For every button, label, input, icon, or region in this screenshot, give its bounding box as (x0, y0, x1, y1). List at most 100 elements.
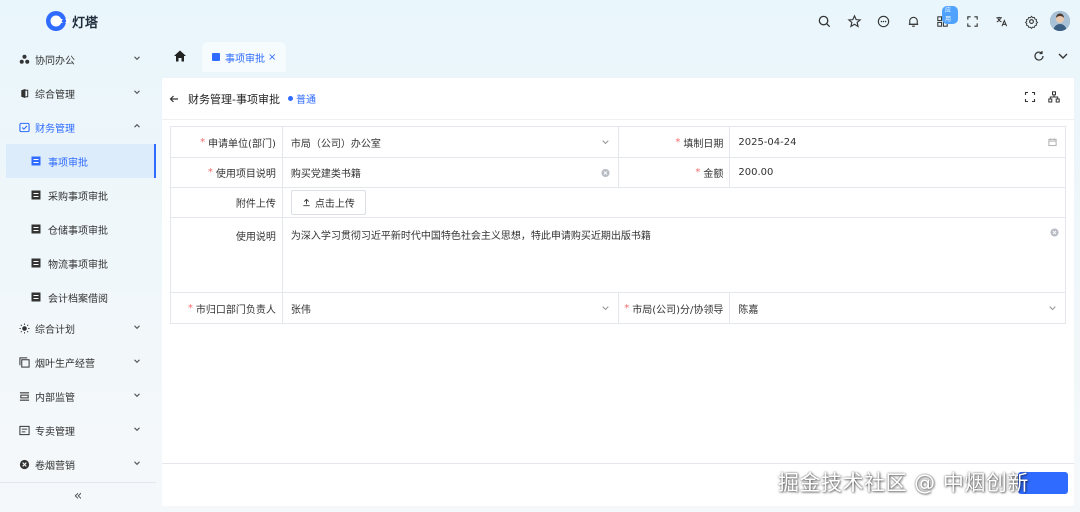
upload-button-label: 点击上传 (314, 199, 355, 210)
label-text: 市局(公司)分/协领导 (632, 304, 724, 316)
star-icon[interactable] (840, 10, 870, 32)
sidebar-item-tobacco-production[interactable]: 烟叶生产经营 (0, 345, 156, 379)
user-avatar[interactable] (1050, 11, 1070, 31)
refresh-icon[interactable] (1032, 49, 1046, 63)
label-text: 使用说明 (235, 232, 276, 243)
leader-label: * 市局(公司)分/协领导 (618, 293, 731, 324)
attachment-label: 附件上传 (171, 188, 283, 218)
amount-label: * 金额 (618, 158, 731, 188)
sidebar-item-marketing[interactable]: 卷烟营销 (0, 447, 156, 481)
required-mark: * (187, 302, 193, 314)
sidebar-item-label: 综合计划 (35, 324, 75, 336)
org-chart-icon[interactable] (1048, 91, 1060, 103)
app-logo[interactable]: 灯塔 (45, 9, 98, 33)
tab-approval[interactable]: 事项审批 × (202, 42, 287, 72)
sidebar-item-monopoly[interactable]: 专卖管理 (0, 413, 156, 447)
calendar-icon (1048, 138, 1057, 147)
apps-icon[interactable]: 应用 (928, 6, 958, 32)
chevron-down-icon (601, 140, 609, 145)
chevron-down-icon (134, 461, 140, 466)
marketing-icon (18, 458, 30, 470)
required-mark: * (207, 167, 213, 178)
finance-icon (18, 121, 30, 133)
footer-divider (162, 463, 1074, 464)
priority-tag: 普通 (287, 91, 316, 106)
sidebar-item-label: 卷烟营销 (35, 460, 75, 472)
home-icon[interactable] (172, 48, 188, 64)
sidebar-subitem-label: 采购事项审批 (48, 191, 108, 203)
sidebar-item-general[interactable]: 综合管理 (0, 76, 156, 110)
attachment-cell: 点击上传 (282, 188, 1066, 218)
chevron-up-icon (134, 123, 140, 128)
clear-icon[interactable] (600, 168, 610, 177)
chevron-down-icon[interactable] (1056, 49, 1070, 63)
card-icon (18, 424, 30, 436)
sidebar-subitem-approval[interactable]: 事项审批 (6, 144, 156, 178)
sidebar-item-collaboration[interactable]: 协同办公 (0, 42, 156, 76)
sidebar-item-label: 内部监管 (35, 392, 75, 404)
sun-icon (18, 322, 30, 334)
tab-close-icon[interactable]: × (268, 52, 276, 63)
copy-icon (18, 356, 30, 368)
sidebar-subitem-procurement[interactable]: 采购事项审批 (6, 178, 156, 212)
dept-head-value: 张伟 (290, 304, 311, 316)
message-icon[interactable] (869, 10, 899, 32)
fill-date-label: * 填制日期 (618, 127, 731, 158)
chevron-down-icon (134, 393, 140, 398)
list-icon (31, 258, 41, 268)
fill-date-value: 2025-04-24 (738, 136, 797, 148)
label-text: 使用项目说明 (215, 169, 276, 180)
leader-select[interactable]: 陈嘉 (730, 293, 1066, 324)
sidebar-item-label: 财务管理 (35, 123, 75, 135)
clear-icon[interactable] (1050, 228, 1059, 237)
sidebar-collapse-button[interactable]: « (0, 482, 156, 508)
bell-icon[interactable] (899, 10, 929, 32)
list-icon (31, 156, 41, 166)
back-arrow-icon[interactable] (168, 93, 180, 105)
page-header: 财务管理-事项审批 普通 (162, 78, 1074, 120)
usage-desc-value: 为深入学习贯彻习近平新时代中国特色社会主义思想，特此申请购买近期出版书籍 (290, 231, 651, 242)
expand-icon[interactable] (1024, 91, 1036, 103)
chevron-down-icon (134, 90, 140, 95)
sidebar-subitem-archive[interactable]: 会计档案借阅 (6, 280, 156, 314)
settings-icon[interactable] (1017, 10, 1047, 32)
sidebar-item-label: 专卖管理 (35, 426, 75, 438)
chevron-down-icon (134, 56, 140, 61)
sidebar-item-label: 综合管理 (35, 89, 75, 101)
sidebar-item-internal-supervision[interactable]: 内部监管 (0, 379, 156, 413)
apply-unit-select[interactable]: 市局（公司）办公室 (282, 127, 619, 158)
chevron-down-icon (1049, 306, 1056, 311)
tab-bar: 事项审批 × (162, 42, 1076, 72)
sidebar-subitem-logistics[interactable]: 物流事项审批 (6, 246, 156, 280)
upload-icon (303, 198, 310, 207)
label-text: 市归口部门负责人 (195, 304, 276, 316)
top-bar: 灯塔 应用 (0, 0, 1080, 42)
list-icon (31, 190, 41, 200)
logo-icon (45, 9, 69, 33)
list-icon (212, 53, 220, 61)
sidebar-item-label: 协同办公 (35, 55, 75, 67)
chevron-down-icon (601, 306, 609, 311)
main-panel: 财务管理-事项审批 普通 * 申请单位(部门) 市局（公司）办公室 * 填制日期 2… (162, 78, 1074, 506)
fill-date-picker[interactable]: 2025-04-24 (730, 127, 1066, 158)
search-icon[interactable] (810, 10, 840, 32)
translate-icon[interactable] (987, 10, 1017, 32)
amount-input[interactable]: 200.00 (730, 158, 1066, 188)
dot-icon (287, 96, 293, 101)
dept-head-select[interactable]: 张伟 (282, 293, 619, 324)
sidebar-subitem-label: 物流事项审批 (48, 259, 108, 271)
sidebar-item-planning[interactable]: 综合计划 (0, 311, 156, 345)
sidebar-subitem-storage[interactable]: 仓储事项审批 (6, 212, 156, 246)
upload-button[interactable]: 点击上传 (290, 190, 366, 215)
project-desc-input[interactable]: 购买党建类书籍 (282, 158, 619, 188)
monitor-icon (18, 390, 30, 402)
project-desc-label: * 使用项目说明 (171, 158, 283, 188)
chevron-down-icon (134, 359, 140, 364)
tab-label: 事项审批 (225, 53, 265, 65)
required-mark: * (624, 302, 630, 314)
chevron-down-icon (134, 427, 140, 432)
fullscreen-icon[interactable] (958, 10, 988, 32)
list-icon (31, 224, 41, 234)
usage-desc-textarea[interactable]: 为深入学习贯彻习近平新时代中国特色社会主义思想，特此申请购买近期出版书籍 (282, 218, 1066, 293)
sidebar-item-finance[interactable]: 财务管理 (0, 110, 156, 144)
